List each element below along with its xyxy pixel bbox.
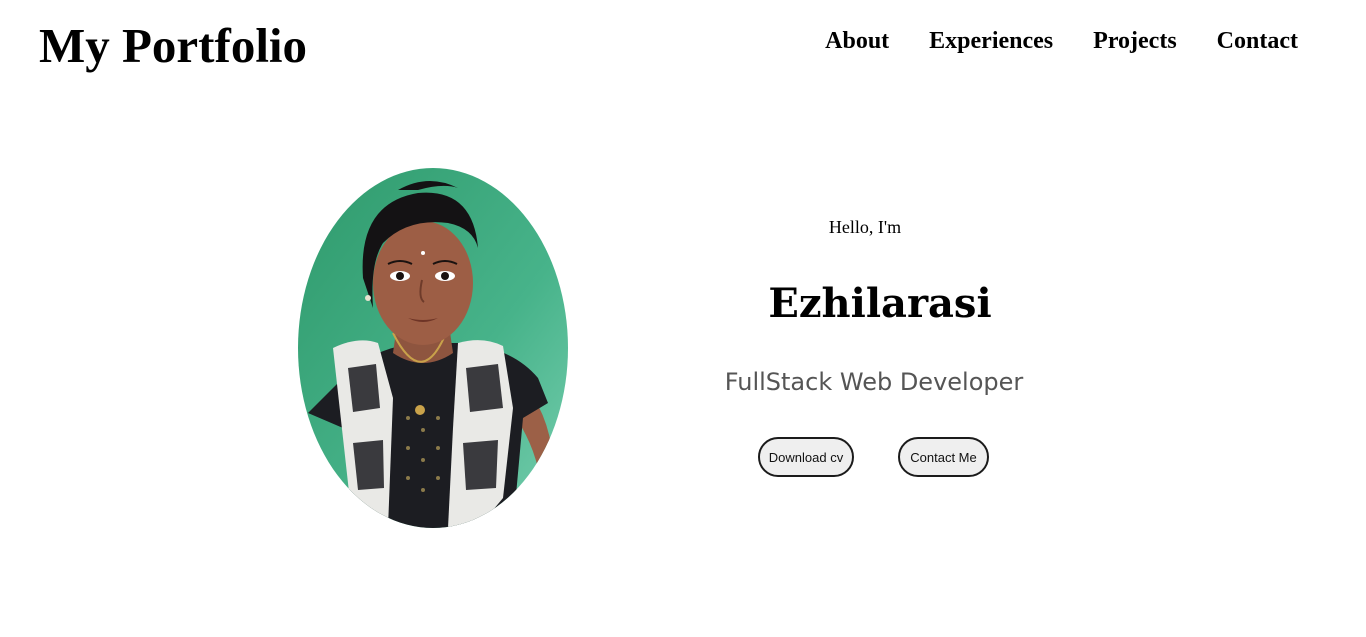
- hero-greeting: Hello, I'm: [828, 217, 902, 237]
- nav-about[interactable]: About: [825, 27, 889, 55]
- nav-contact[interactable]: Contact: [1217, 27, 1298, 55]
- profile-photo: [298, 168, 568, 528]
- site-logo: My Portfolio: [39, 18, 308, 73]
- main-nav: About Experiences Projects Contact: [825, 27, 1298, 55]
- contact-me-button[interactable]: Contact Me: [898, 437, 989, 477]
- hero-role: FullStack Web Developer: [724, 368, 1024, 396]
- download-cv-button[interactable]: Download cv: [758, 437, 854, 477]
- nav-experiences[interactable]: Experiences: [929, 27, 1053, 55]
- nav-projects[interactable]: Projects: [1093, 27, 1177, 55]
- hero-name: Ezhilarasi: [768, 280, 992, 327]
